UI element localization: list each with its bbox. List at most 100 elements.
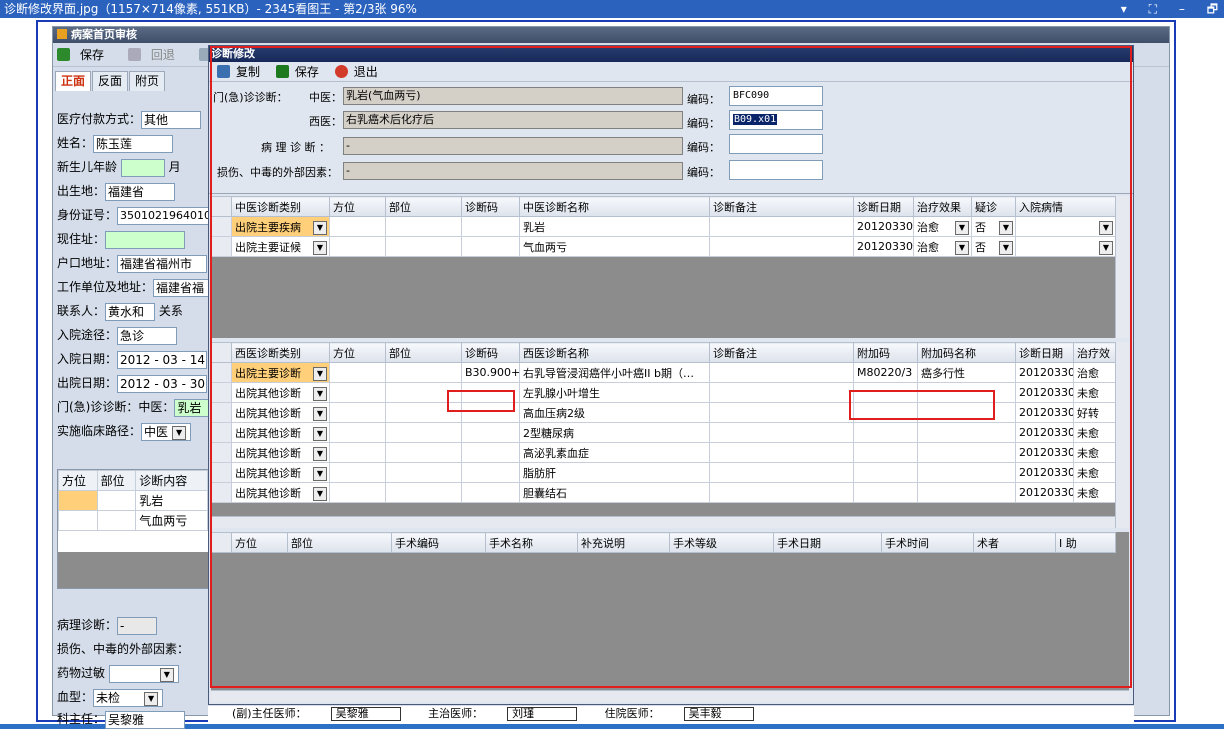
surgery-header-time: 手术时间	[881, 532, 974, 553]
table-row[interactable]: 出院其他诊断 ▼ 脂肪肝 20120330 未愈	[211, 462, 1129, 483]
chevron-down-icon[interactable]: ▼	[1099, 220, 1113, 235]
western-code-input[interactable]: B09.x01	[729, 110, 823, 130]
chevron-down-icon[interactable]: ▼	[313, 220, 327, 235]
path-row: 病理诊断： -	[57, 615, 158, 635]
table-row[interactable]: 出院其他诊断 ▼ 高泌乳素血症 20120330 未愈	[211, 442, 1129, 463]
surgery-header-position: 方位	[231, 532, 288, 553]
route-input[interactable]: 急诊	[117, 326, 178, 345]
hukou-input[interactable]: 福建省福州市	[117, 254, 208, 273]
exit-button[interactable]: 退出	[334, 65, 384, 79]
tab-appendix[interactable]: 附页	[129, 71, 166, 91]
west-grid-hscrollbar[interactable]	[211, 516, 1115, 528]
allergy-row: 药物过敏 ▼	[57, 663, 179, 683]
tab-front[interactable]: 正面	[55, 71, 92, 91]
resident-physician-input[interactable]: 吴丰毅	[683, 707, 754, 721]
injury-label: 损伤、中毒的外部因素：	[217, 166, 338, 179]
minimize-icon[interactable]: –	[1179, 2, 1185, 16]
chevron-down-icon[interactable]: ▼	[955, 220, 969, 235]
path-input[interactable]: -	[117, 616, 158, 635]
fullscreen-icon[interactable]: ⛶	[1149, 2, 1157, 16]
injury-input[interactable]: -	[343, 162, 683, 180]
birthplace-input[interactable]: 福建省	[105, 182, 176, 201]
attending-physician-input[interactable]: 刘瑾	[507, 707, 578, 721]
chevron-down-icon[interactable]: ▼	[955, 240, 969, 255]
west-header-code: 诊断码	[461, 342, 520, 363]
west-header-note: 诊断备注	[709, 342, 854, 363]
tcm-header-date: 诊断日期	[853, 196, 914, 217]
table-row[interactable]: 乳岩	[58, 490, 208, 511]
chevron-down-icon[interactable]: ▼	[313, 240, 327, 255]
pay-input[interactable]: 其他	[141, 110, 202, 129]
id-row: 身份证号： 35010219640101	[57, 205, 218, 225]
app-icon	[57, 29, 67, 39]
table-row[interactable]: 出院主要疾病 ▼ 乳岩 20120330 治愈 ▼ 否 ▼ ▼	[211, 216, 1116, 237]
viewer-title: 诊断修改界面.jpg（1157×714像素, 551KB）- 2345看图王 -…	[4, 2, 417, 16]
pathway-select[interactable]: 中医 ▼	[141, 422, 192, 441]
injury-code-input[interactable]	[729, 160, 823, 180]
chevron-down-icon[interactable]: ▼	[313, 426, 327, 441]
code-label: 编码：	[687, 166, 720, 179]
dropdown-icon[interactable]: ▾	[1121, 2, 1127, 16]
address-input[interactable]	[105, 230, 186, 249]
record-form: 医疗付款方式： 其他 姓名： 陈玉莲 新生儿年龄 月 出生地： 福建省 身份证号： 35…	[53, 105, 218, 729]
work-input[interactable]: 福建省福	[153, 278, 214, 297]
copy-icon	[217, 65, 230, 78]
chevron-down-icon[interactable]: ▼	[1099, 240, 1113, 255]
west-header-date: 诊断日期	[1015, 342, 1074, 363]
director-input[interactable]: 吴黎雅	[105, 710, 186, 729]
image-stage: 病案首页审核 保存 回退 审核 正面反面附页 医疗付款方式：其他 姓名：陈玉莲 …	[0, 18, 1224, 729]
hukou-row: 户口地址： 福建省福州市	[57, 253, 208, 273]
chevron-down-icon[interactable]: ▼	[159, 667, 174, 682]
tcm-type-cell[interactable]: 出院主要证候 ▼	[231, 236, 330, 257]
copy-button[interactable]: 复制	[217, 65, 266, 79]
admit-input[interactable]: 2012 - 03 - 14	[117, 350, 208, 369]
contact-input[interactable]: 黄水和	[105, 302, 156, 321]
viewer-controls: ▾ ⛶ – 🗗	[1103, 0, 1218, 18]
deputy-physician-input[interactable]: 吴黎雅	[330, 707, 401, 721]
pathology-input[interactable]: -	[343, 137, 683, 155]
surgery-header-name: 手术名称	[485, 532, 578, 553]
chevron-down-icon[interactable]: ▼	[172, 425, 187, 440]
table-row[interactable]: 出院主要诊断 ▼ B30.900+ 右乳导管浸润癌伴小叶癌II b期（… M80220/…	[211, 362, 1129, 383]
code-highlight-box	[447, 390, 515, 412]
table-row[interactable]: 出院其他诊断 ▼ 2型糖尿病 20120330 未愈	[211, 422, 1129, 443]
mini-header-content: 诊断内容	[135, 470, 208, 491]
blood-select[interactable]: 未检 ▼	[93, 688, 164, 707]
dialog-toolbar: 复制 保存 退出	[209, 62, 1133, 82]
tcm-header-note: 诊断备注	[709, 196, 854, 217]
west-grid-vscrollbar[interactable]	[1115, 342, 1129, 528]
tcm-grid-scrollbar[interactable]	[1115, 196, 1129, 338]
table-row[interactable]: 出院其他诊断 ▼ 胆囊结石 20120330 未愈	[211, 482, 1129, 503]
table-row[interactable]: 气血两亏	[58, 510, 208, 531]
tab-back[interactable]: 反面	[92, 71, 129, 91]
restore-icon[interactable]: 🗗	[1207, 2, 1218, 16]
chevron-down-icon[interactable]: ▼	[999, 240, 1013, 255]
chevron-down-icon[interactable]: ▼	[144, 691, 159, 706]
mini-grid-empty-area	[58, 552, 208, 588]
chevron-down-icon[interactable]: ▼	[313, 466, 327, 481]
mini-diagnosis-grid: 方位 部位 诊断内容 乳岩 气血两亏	[57, 469, 209, 589]
tcm-type-cell[interactable]: 出院主要疾病 ▼	[231, 216, 330, 237]
western-label: 西医：	[309, 115, 342, 128]
back-return-button[interactable]: 回退	[127, 48, 185, 62]
chevron-down-icon[interactable]: ▼	[313, 406, 327, 421]
chevron-down-icon[interactable]: ▼	[313, 446, 327, 461]
extra-code-highlight-box	[849, 390, 995, 420]
table-row[interactable]: 出院主要证候 ▼ 气血两亏 20120330 治愈 ▼ 否 ▼ ▼	[211, 236, 1116, 257]
name-input[interactable]: 陈玉莲	[93, 134, 174, 153]
save-button[interactable]: 保存	[275, 65, 325, 79]
allergy-select[interactable]: ▼	[108, 664, 179, 683]
chevron-down-icon[interactable]: ▼	[313, 366, 327, 381]
discharge-input[interactable]: 2012 - 03 - 30	[117, 374, 208, 393]
tcm-code-input[interactable]: BFC090	[729, 86, 823, 106]
chevron-down-icon[interactable]: ▼	[313, 486, 327, 501]
newborn-input[interactable]	[120, 158, 165, 177]
pathology-code-input[interactable]	[729, 134, 823, 154]
western-input[interactable]: 右乳癌术后化疗后	[343, 111, 683, 129]
chevron-down-icon[interactable]: ▼	[313, 386, 327, 401]
surgery-grid-hscrollbar[interactable]	[211, 690, 1129, 702]
chevron-down-icon[interactable]: ▼	[999, 220, 1013, 235]
tcm-input[interactable]: 乳岩(气血两亏)	[343, 87, 683, 105]
id-input[interactable]: 35010219640101	[117, 206, 218, 225]
back-save-button[interactable]: 保存	[57, 48, 114, 62]
